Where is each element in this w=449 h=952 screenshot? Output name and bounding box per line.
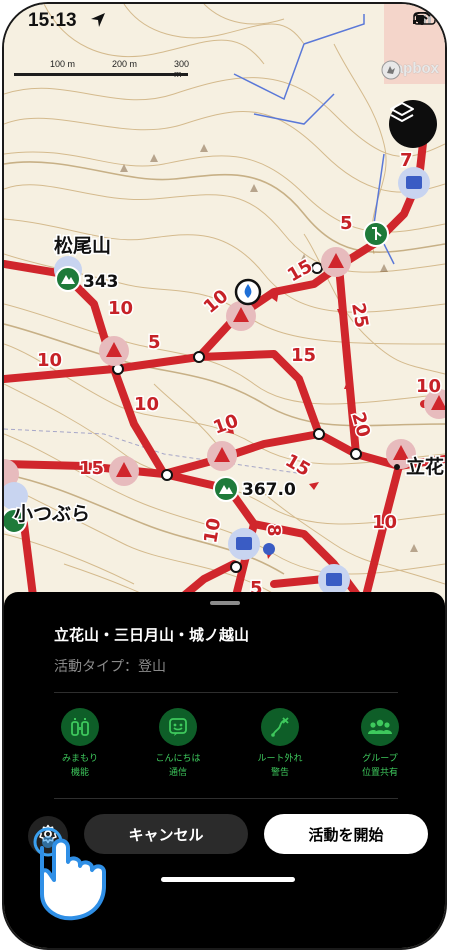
svg-text:10: 10 — [372, 512, 397, 533]
peak-name-kotsubura: 小つぶら — [14, 503, 90, 525]
map-view[interactable]: 7 5 15 25 10 5 10 10 15 10 10 15 15 20 1… — [4, 4, 445, 604]
phone-screen: 7 5 15 25 10 5 10 10 15 10 10 15 15 20 1… — [0, 0, 449, 952]
svg-text:10: 10 — [134, 394, 159, 415]
svg-text:10: 10 — [416, 376, 441, 397]
activity-start-sheet: 立花山・三日月山・城ノ越山 活動タイプ：登山 みまもり 機能 こんにちは 通信 — [4, 592, 445, 948]
greeting-icon — [159, 708, 197, 746]
feature-label: ルート外れ 警告 — [257, 754, 303, 778]
activity-type-label: 活動タイプ：登山 — [54, 659, 166, 675]
sheet-grabber[interactable] — [210, 601, 240, 605]
svg-text:10: 10 — [108, 298, 133, 319]
svg-text:5: 5 — [340, 213, 353, 234]
svg-text:25: 25 — [347, 301, 372, 329]
phone-frame: 7 5 15 25 10 5 10 10 15 10 10 15 15 20 1… — [2, 2, 447, 950]
home-indicator — [161, 877, 295, 882]
start-activity-button[interactable]: 活動を開始 — [264, 814, 428, 854]
divider-bottom — [54, 798, 398, 799]
svg-text:10: 10 — [200, 517, 225, 545]
status-time: 15:13 — [28, 10, 77, 31]
peak-elevation-367: 367.0 — [242, 480, 296, 500]
feature-list: みまもり 機能 こんにちは 通信 ルート外れ 警告 グループ 位置共有 — [30, 708, 430, 788]
scale-label-100: 100 m — [50, 59, 76, 69]
peak-name-matsuo: 松尾山 — [54, 234, 111, 257]
bottle-icon — [61, 708, 99, 746]
peak-elevation-matsuo: 343 — [83, 272, 119, 292]
svg-text:5: 5 — [148, 332, 161, 353]
divider-top — [54, 692, 398, 693]
feature-greeting[interactable]: こんにちは 通信 — [128, 708, 228, 780]
map-layers-button[interactable] — [389, 100, 437, 148]
svg-text:7: 7 — [400, 150, 413, 171]
mapbox-icon — [381, 60, 401, 80]
svg-text:8: 8 — [263, 524, 284, 537]
route-warning-icon — [261, 708, 299, 746]
scale-label-300: 300 m — [174, 59, 190, 79]
svg-text:10: 10 — [37, 350, 62, 371]
group-icon — [361, 708, 399, 746]
route-title: 立花山・三日月山・城ノ越山 — [54, 626, 250, 644]
svg-text:15: 15 — [291, 345, 316, 366]
map-scale-bar: 100 m 200 m 300 m — [14, 59, 194, 81]
feature-route-warning[interactable]: ルート外れ 警告 — [230, 708, 330, 780]
scale-label-200: 200 m — [112, 59, 138, 69]
topo-map[interactable]: 7 5 15 25 10 5 10 10 15 10 10 15 15 20 1… — [4, 4, 445, 604]
peak-name-tachibana: 立花 — [406, 455, 444, 478]
feature-label: みまもり 機能 — [61, 754, 98, 778]
feature-label: グループ 位置共有 — [361, 754, 398, 778]
status-bar: 15:13 — [28, 10, 438, 34]
feature-label: こんにちは 通信 — [155, 754, 201, 778]
mapbox-logo[interactable]: mapbox — [381, 60, 439, 80]
scale-line — [14, 73, 188, 76]
svg-text:15: 15 — [79, 458, 104, 479]
feature-group-share[interactable]: グループ 位置共有 — [330, 708, 430, 780]
feature-mimamori[interactable]: みまもり 機能 — [30, 708, 130, 780]
tap-hand-pointer-icon — [24, 814, 114, 924]
